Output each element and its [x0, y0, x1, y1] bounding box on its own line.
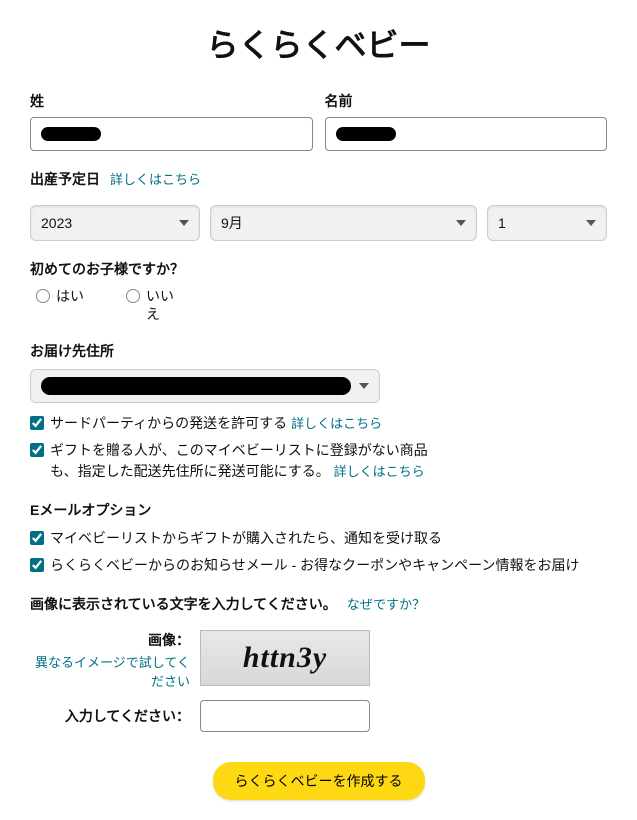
gift-ship-checkbox[interactable] [30, 443, 44, 457]
third-party-link[interactable]: 詳しくはこちら [291, 416, 382, 431]
chevron-down-icon [456, 220, 466, 226]
notify-purchase-checkbox[interactable] [30, 531, 44, 545]
gift-ship-link[interactable]: 詳しくはこちら [334, 464, 425, 479]
radio-yes-label: はい [56, 287, 86, 305]
captcha-refresh-link[interactable]: 異なるイメージで試してください [35, 655, 190, 689]
captcha-input-label: 入力してください： [30, 706, 200, 726]
chevron-down-icon [586, 220, 596, 226]
first-name-label: 名前 [325, 91, 608, 111]
third-party-text: サードパーティからの発送を許可する [50, 415, 287, 431]
month-value: 9月 [221, 213, 243, 233]
email-options-label: Eメールオプション [30, 500, 607, 520]
radio-icon [36, 289, 50, 303]
year-value: 2023 [41, 215, 72, 231]
chevron-down-icon [359, 383, 369, 389]
captcha-image-label: 画像： [30, 630, 190, 650]
third-party-checkbox[interactable] [30, 416, 44, 430]
radio-no[interactable]: いいえ [126, 287, 176, 323]
notify-purchase-text: マイベビーリストからギフトが購入されたら、通知を受け取る [50, 528, 607, 549]
newsletter-checkbox[interactable] [30, 558, 44, 572]
radio-no-label: いいえ [146, 287, 176, 323]
captcha-why-link[interactable]: なぜですか？ [347, 594, 425, 613]
month-select[interactable]: 9月 [210, 205, 477, 241]
radio-icon [126, 289, 140, 303]
due-date-more-link[interactable]: 詳しくはこちら [110, 169, 201, 188]
address-label: お届け先住所 [30, 341, 607, 361]
submit-button[interactable]: らくらくベビーを作成する [213, 762, 425, 800]
last-name-input[interactable] [30, 117, 313, 151]
day-value: 1 [498, 215, 506, 231]
captcha-prompt: 画像に表示されている文字を入力してください。 [30, 594, 337, 614]
address-select[interactable] [30, 369, 380, 403]
captcha-image: httn3y [200, 630, 370, 686]
first-name-input[interactable] [325, 117, 608, 151]
radio-yes[interactable]: はい [36, 287, 86, 323]
chevron-down-icon [179, 220, 189, 226]
due-date-label: 出産予定日 [30, 169, 100, 189]
first-child-label: 初めてのお子様ですか？ [30, 259, 607, 279]
last-name-label: 姓 [30, 91, 313, 111]
year-select[interactable]: 2023 [30, 205, 200, 241]
newsletter-text: らくらくベビーからのお知らせメール - お得なクーポンやキャンペーン情報をお届け [50, 555, 607, 576]
page-title: らくらくベビー [30, 20, 607, 66]
day-select[interactable]: 1 [487, 205, 607, 241]
captcha-input[interactable] [200, 700, 370, 732]
